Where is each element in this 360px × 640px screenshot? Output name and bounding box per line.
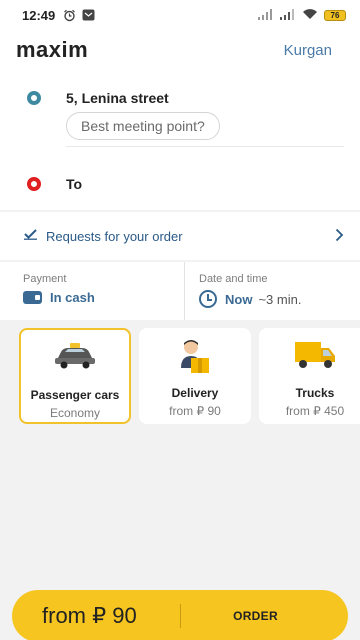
tariff-price: from ₽ 450 xyxy=(285,404,345,418)
meeting-point-chip[interactable]: Best meeting point? xyxy=(66,112,220,140)
status-right-group: 76 xyxy=(258,8,346,23)
destination-row[interactable]: To xyxy=(0,164,360,204)
courier-icon xyxy=(139,338,251,376)
wifi-icon xyxy=(302,8,318,23)
city-selector[interactable]: Kurgan xyxy=(284,42,332,59)
clock-icon xyxy=(199,290,217,308)
order-price: from ₽ 90 xyxy=(42,603,137,628)
datetime-eta: ~3 min. xyxy=(258,291,302,307)
datetime-value: Now xyxy=(225,291,253,307)
tariff-name: Passenger cars xyxy=(30,388,120,402)
datetime-label: Date and time xyxy=(199,273,268,285)
signal-icon xyxy=(280,8,296,23)
order-button[interactable]: ORDER xyxy=(181,609,348,623)
payment-label: Payment xyxy=(23,273,67,285)
taxi-car-icon xyxy=(21,340,129,378)
message-icon xyxy=(82,9,95,21)
datetime-selector[interactable]: Date and time Now ~3 min. xyxy=(184,262,360,320)
alarm-icon xyxy=(63,9,76,22)
payment-value: In cash xyxy=(50,290,95,305)
destination-pin-icon xyxy=(27,177,41,191)
status-time: 12:49 xyxy=(22,7,56,23)
tariff-price: from ₽ 90 xyxy=(169,404,221,418)
payment-selector[interactable]: Payment In cash xyxy=(0,262,184,320)
truck-icon xyxy=(259,338,360,376)
tariff-name: Trucks xyxy=(295,386,335,400)
wallet-icon xyxy=(23,291,42,304)
route-divider xyxy=(66,146,344,147)
pickup-address[interactable]: 5, Lenina street xyxy=(66,90,169,106)
battery-icon: 76 xyxy=(324,9,346,21)
tariff-price: Economy xyxy=(49,406,101,420)
checkmark-pencil-icon xyxy=(24,227,38,245)
tariff-carousel[interactable]: Passenger cars Economy Delivery from ₽ 9… xyxy=(0,322,360,432)
app-logo: maxim xyxy=(16,37,89,62)
order-bar[interactable]: from ₽ 90 ORDER xyxy=(12,590,348,640)
pickup-pin-icon xyxy=(27,91,41,105)
tariff-card-delivery[interactable]: Delivery from ₽ 90 xyxy=(139,328,251,424)
requests-row[interactable]: Requests for your order xyxy=(0,212,360,260)
chevron-right-icon xyxy=(335,226,344,247)
route-card: 5, Lenina street Best meeting point? To xyxy=(0,70,360,210)
status-bar: 12:49 76 xyxy=(0,0,360,30)
tariff-card-trucks[interactable]: Trucks from ₽ 450 xyxy=(259,328,360,424)
app-header: maxim Kurgan xyxy=(0,30,360,70)
payment-datetime-row: Payment In cash Date and time Now ~3 min… xyxy=(0,262,360,320)
tariff-card-passenger-cars[interactable]: Passenger cars Economy xyxy=(19,328,131,424)
app-screen: 12:49 76 maxim Kurgan 5, Lenina street B… xyxy=(0,0,360,640)
destination-field[interactable]: To xyxy=(66,176,82,192)
signal-icon xyxy=(258,8,274,23)
requests-label: Requests for your order xyxy=(46,228,183,244)
tariff-name: Delivery xyxy=(171,386,219,400)
